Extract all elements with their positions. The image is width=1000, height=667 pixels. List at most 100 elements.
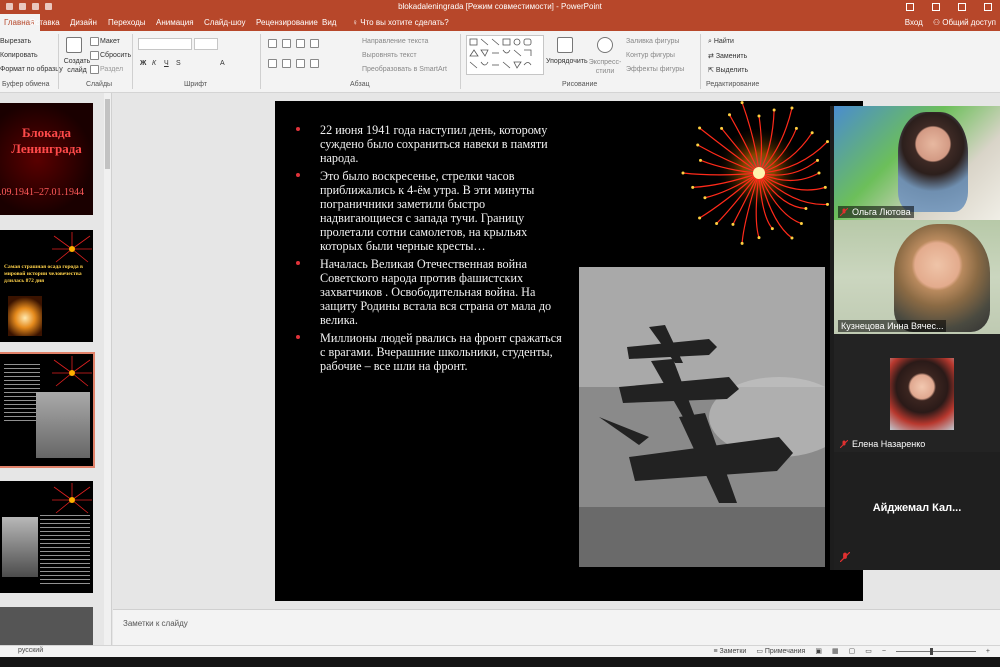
shapes-icon (469, 38, 532, 69)
replace-button[interactable]: ⇄ Заменить (708, 52, 747, 60)
font-color-icon[interactable]: A (220, 60, 225, 67)
italic-icon[interactable]: К (152, 60, 156, 67)
firework-thumb-icon (52, 483, 92, 514)
shadow-icon[interactable]: S (176, 60, 181, 67)
notes-placeholder: Заметки к слайду (123, 619, 188, 628)
shape-effects-button[interactable]: Эффекты фигуры (626, 66, 684, 73)
bombers-image (579, 267, 825, 567)
font-size-combo[interactable] (194, 38, 218, 50)
notes-pane[interactable]: Заметки к слайду (113, 609, 1000, 645)
sign-in-link[interactable]: Вход (905, 14, 923, 31)
section-icon (90, 65, 99, 74)
shape-outline-button[interactable]: Контур фигуры (626, 52, 675, 59)
arrange-button[interactable]: Упорядочить (546, 58, 588, 65)
thumb-3-text-lines (4, 364, 40, 424)
status-bar: русский ≡ Заметки ▭ Примечания ▣ ▦ ▢ ▭ −… (0, 645, 1000, 657)
zoom-out-button[interactable]: − (882, 648, 886, 655)
numbering-icon[interactable] (282, 39, 291, 48)
current-slide[interactable]: 22 июня 1941 года наступил день, котором… (275, 101, 863, 601)
decrease-indent-icon[interactable] (296, 39, 305, 48)
participant-tile[interactable]: Кузнецова Инна Вячес... (834, 220, 1000, 334)
quick-styles-button[interactable]: Экспресс-стили (588, 58, 622, 76)
language-indicator[interactable]: русский (18, 647, 43, 654)
cursor-icon: ⇱ (708, 67, 716, 74)
participant-tile[interactable]: Айджемал Кал... (834, 452, 1000, 570)
minimize-button[interactable] (932, 3, 940, 11)
participant-name-label: Кузнецова Инна Вячес... (838, 320, 947, 332)
ribbon-tabs: Главная Вставка Дизайн Переходы Анимация… (0, 14, 1000, 31)
copy-button[interactable]: Копировать (0, 52, 38, 59)
candle-image (8, 296, 42, 336)
participant-tile[interactable]: Елена Назаренко (834, 334, 1000, 452)
drawing-group-label: Рисование (562, 81, 598, 88)
arrange-icon[interactable] (557, 37, 573, 53)
font-name-combo[interactable] (138, 38, 192, 50)
bullets-icon[interactable] (268, 39, 277, 48)
underline-icon[interactable]: Ч (164, 60, 169, 67)
slide-thumbnail-2[interactable]: Самая страшная осада города в мировой ис… (0, 230, 93, 342)
align-left-icon[interactable] (268, 59, 277, 68)
tab-slideshow[interactable]: Слайд-шоу (204, 14, 245, 31)
shape-fill-button[interactable]: Заливка фигуры (626, 38, 679, 45)
thumbnails-scrollbar[interactable] (104, 93, 111, 645)
zoom-slider[interactable] (895, 647, 976, 655)
cut-button[interactable]: Вырезать (0, 38, 31, 45)
war-planes-photo (579, 267, 825, 567)
slide-thumbnail-4[interactable] (0, 481, 93, 593)
window-title: blokadaleningrada [Режим совместимости] … (398, 2, 602, 11)
comments-toggle-button[interactable]: ▭ Примечания (756, 647, 805, 655)
participant-name-label: Ольга Лютова (838, 206, 914, 218)
notes-toggle-button[interactable]: ≡ Заметки (714, 648, 747, 655)
window-controls (906, 0, 992, 11)
editing-group-label: Редактирование (706, 81, 760, 88)
participant-tile[interactable]: Ольга Лютова (834, 106, 1000, 220)
new-slide-button[interactable]: Создать слайд (60, 57, 94, 75)
normal-view-icon[interactable]: ▣ (815, 647, 822, 655)
increase-indent-icon[interactable] (310, 39, 319, 48)
maximize-button[interactable] (958, 3, 966, 11)
title-bar: blokadaleningrada [Режим совместимости] … (0, 0, 1000, 14)
zoom-in-button[interactable]: + (986, 648, 990, 655)
reading-view-icon[interactable]: ▢ (849, 647, 856, 655)
quick-styles-icon[interactable] (597, 37, 613, 53)
bullet-item: 22 июня 1941 года наступил день, котором… (295, 123, 563, 165)
share-button[interactable]: ⚇ Общий доступ (933, 14, 996, 31)
justify-icon[interactable] (310, 59, 319, 68)
slideshow-view-icon[interactable]: ▭ (865, 647, 872, 655)
layout-button[interactable]: Макет (100, 38, 120, 45)
align-text-button[interactable]: Выровнять текст (362, 52, 417, 59)
slide-thumbnails-pane: Блокада Ленинграда 8.09.1941–27.01.1944 … (0, 93, 112, 645)
tab-transitions[interactable]: Переходы (108, 14, 146, 31)
bold-icon[interactable]: Ж (140, 60, 146, 67)
tab-view[interactable]: Вид (322, 14, 336, 31)
tell-me-search[interactable]: ♀ Что вы хотите сделать? (352, 14, 449, 31)
slide-sorter-icon[interactable]: ▦ (832, 647, 839, 655)
format-painter-button[interactable]: Формат по образцу (0, 66, 63, 73)
section-button[interactable]: Раздел (100, 66, 123, 73)
text-direction-button[interactable]: Направление текста (362, 38, 428, 45)
select-button[interactable]: ⇱ Выделить (708, 66, 748, 74)
reset-button[interactable]: Сбросить (100, 52, 131, 59)
bullet-item: Миллионы людей рвались на фронт сражатьс… (295, 331, 563, 373)
tab-review[interactable]: Рецензирование (256, 14, 318, 31)
tab-animations[interactable]: Анимация (156, 14, 194, 31)
close-button[interactable] (984, 3, 992, 11)
tab-insert[interactable]: Вставка (30, 14, 60, 31)
participant-video (894, 224, 990, 332)
reset-icon (90, 51, 99, 60)
align-right-icon[interactable] (296, 59, 305, 68)
align-center-icon[interactable] (282, 59, 291, 68)
tab-design[interactable]: Дизайн (70, 14, 97, 31)
convert-smartart-button[interactable]: Преобразовать в SmartArt (362, 66, 447, 73)
participant-avatar (890, 358, 954, 430)
find-button[interactable]: ⌕ Найти (708, 38, 734, 46)
shapes-gallery[interactable] (466, 35, 544, 75)
thumb-1-title: Блокада Ленинграда (11, 125, 82, 156)
slide-thumbnail-5[interactable] (0, 607, 93, 645)
slide-thumbnail-3[interactable] (0, 352, 95, 468)
new-slide-icon[interactable] (66, 37, 82, 53)
slides-group-label: Слайды (86, 81, 113, 88)
ribbon-display-options-icon[interactable] (906, 3, 914, 11)
thumb-2-text: Самая страшная осада города в мировой ис… (4, 264, 84, 284)
slide-thumbnail-1[interactable]: Блокада Ленинграда 8.09.1941–27.01.1944 (0, 103, 93, 215)
